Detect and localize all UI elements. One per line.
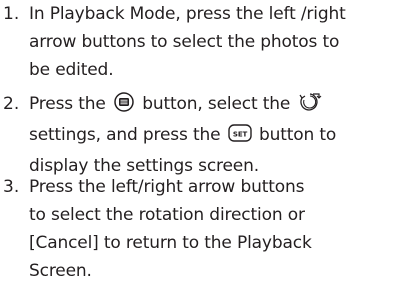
step-text: In Playback Mode, press the left /right … bbox=[29, 0, 409, 84]
step-line: [Cancel] to return to the Playback bbox=[29, 233, 312, 253]
set-icon-label: SET bbox=[233, 130, 248, 138]
step-text-fragment: button to bbox=[258, 125, 337, 145]
step-line: Press the button, select the bbox=[29, 90, 409, 121]
menu-button-icon bbox=[113, 92, 135, 121]
rotate-icon bbox=[298, 92, 322, 121]
step-text: Press the button, select the settings, a… bbox=[29, 90, 409, 180]
step-text-fragment: button, select the bbox=[142, 94, 291, 114]
step-line: be edited. bbox=[29, 60, 114, 80]
step-line: settings, and press the SET button to bbox=[29, 121, 409, 152]
step-text-fragment: Press the bbox=[29, 94, 106, 114]
set-button-icon: SET bbox=[227, 123, 252, 152]
step-number: 2. bbox=[3, 94, 20, 114]
step-line: In Playback Mode, press the left /right bbox=[29, 4, 346, 24]
step-text: Press the left/right arrow buttons to se… bbox=[29, 173, 409, 285]
step-line: Screen. bbox=[29, 261, 92, 281]
step-text-fragment: settings, and press the bbox=[29, 125, 221, 145]
step-line: Press the left/right arrow buttons bbox=[29, 177, 305, 197]
step-number: 1. bbox=[3, 4, 20, 24]
step-line: to select the rotation direction or bbox=[29, 205, 305, 225]
step-line: arrow buttons to select the photos to bbox=[29, 32, 340, 52]
step-number: 3. bbox=[3, 177, 20, 197]
